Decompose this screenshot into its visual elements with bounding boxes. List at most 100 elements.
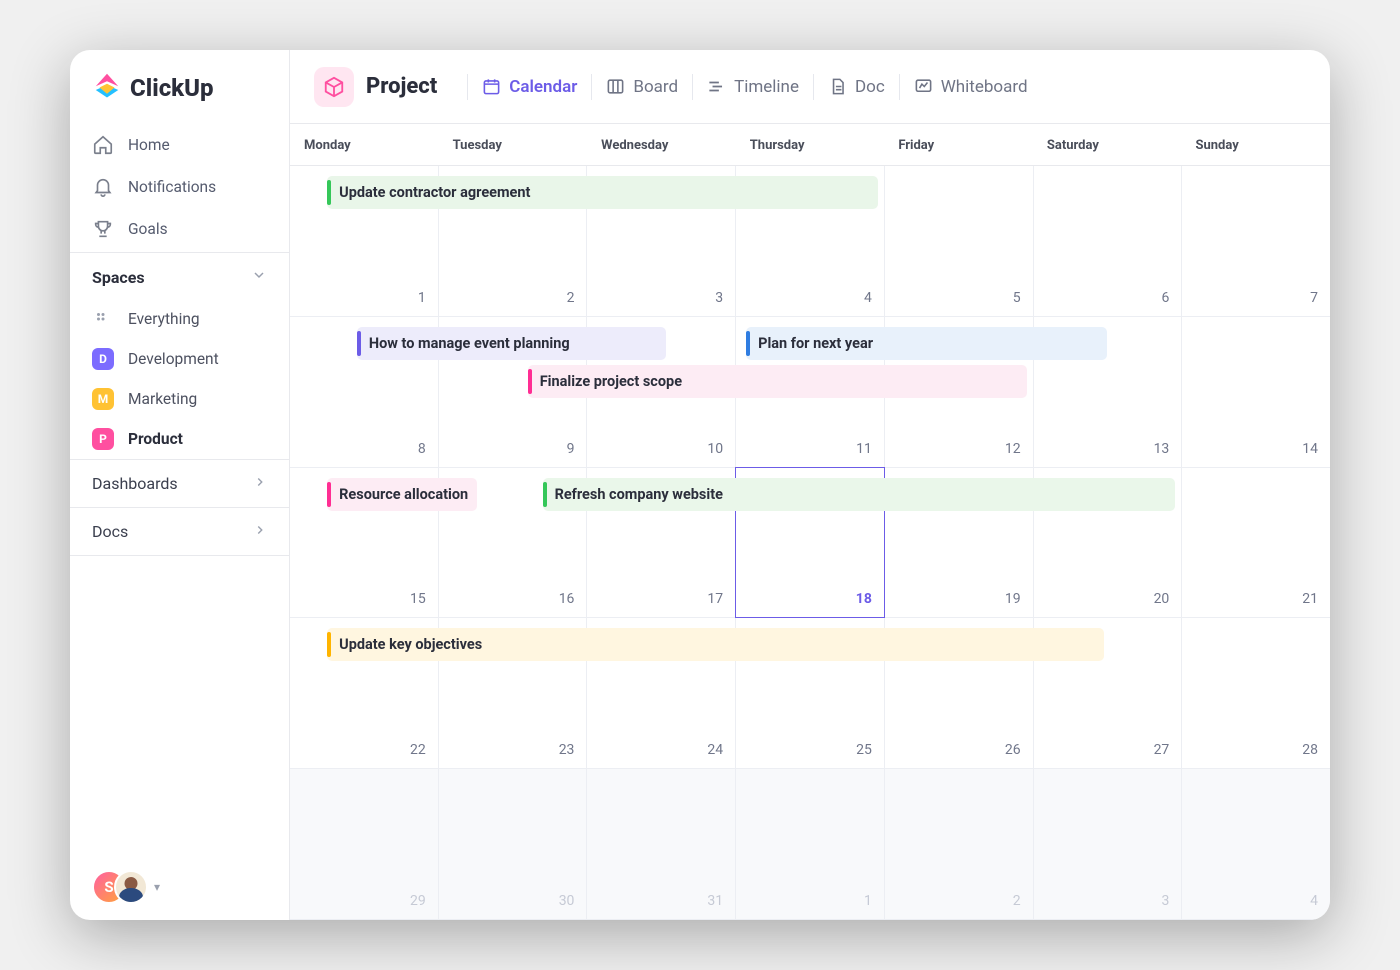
spaces-header-label: Spaces xyxy=(92,268,145,287)
event-title: Update key objectives xyxy=(339,636,482,653)
grid-icon xyxy=(92,308,114,330)
calendar-event[interactable]: Update key objectives xyxy=(327,628,1104,661)
space-icon: M xyxy=(92,388,114,410)
day-cell[interactable]: 29 xyxy=(290,769,439,919)
day-number: 31 xyxy=(707,893,723,909)
day-number: 2 xyxy=(1013,893,1021,909)
space-item-product[interactable]: P Product xyxy=(70,419,289,459)
space-icon: D xyxy=(92,348,114,370)
cube-icon xyxy=(314,67,354,107)
nav-label: Goals xyxy=(128,220,168,238)
event-accent xyxy=(327,482,331,507)
calendar-event[interactable]: Update contractor agreement xyxy=(327,176,878,209)
calendar-event[interactable]: Finalize project scope xyxy=(528,365,1027,398)
view-tab-whiteboard[interactable]: Whiteboard xyxy=(914,77,1028,97)
week-row: 2930 31 1 2 34 xyxy=(290,769,1330,920)
day-cell[interactable]: 14 xyxy=(1182,317,1330,467)
space-label: Marketing xyxy=(128,390,197,408)
day-number: 6 xyxy=(1161,290,1169,306)
day-cell[interactable]: 7 xyxy=(1182,166,1330,316)
day-number: 8 xyxy=(418,441,426,457)
brand-logo[interactable]: ClickUp xyxy=(70,70,289,122)
day-cell[interactable]: 28 xyxy=(1182,618,1330,768)
day-header: Friday xyxy=(884,124,1033,165)
event-accent xyxy=(357,331,361,356)
day-header: Monday xyxy=(290,124,439,165)
day-cell[interactable]: 30 xyxy=(439,769,588,919)
day-cell[interactable]: 2 xyxy=(885,769,1034,919)
event-accent xyxy=(746,331,750,356)
day-cell[interactable]: 3 xyxy=(1034,769,1183,919)
calendar-event[interactable]: Refresh company website xyxy=(543,478,1176,511)
project-chip[interactable]: Project xyxy=(314,67,437,107)
nav-notifications[interactable]: Notifications xyxy=(70,166,289,208)
bell-icon xyxy=(92,176,114,198)
main: Project Calendar Board Timeline Doc Whiteboa… xyxy=(290,50,1330,920)
day-number: 2 xyxy=(567,290,575,306)
day-number: 22 xyxy=(410,742,426,758)
calendar-grid: 1234567891011121314151617181920212223242… xyxy=(290,166,1330,920)
view-tab-calendar[interactable]: Calendar xyxy=(482,77,577,97)
event-title: How to manage event planning xyxy=(369,335,570,352)
event-title: Plan for next year xyxy=(758,335,873,352)
view-tab-timeline[interactable]: Timeline xyxy=(707,77,799,97)
calendar-event[interactable]: Plan for next year xyxy=(746,327,1107,360)
view-tab-doc[interactable]: Doc xyxy=(828,77,885,97)
sidebar-row-docs[interactable]: Docs xyxy=(70,507,289,556)
day-header: Wednesday xyxy=(587,124,736,165)
sidebar-row-dashboards[interactable]: Dashboards xyxy=(70,459,289,507)
day-number: 20 xyxy=(1154,591,1170,607)
nav-label: Notifications xyxy=(128,178,216,196)
day-number: 10 xyxy=(707,441,723,457)
day-cell[interactable]: 21 xyxy=(1182,468,1330,618)
user-footer[interactable]: S ▾ xyxy=(70,854,289,920)
tab-label: Whiteboard xyxy=(941,77,1028,97)
event-title: Resource allocation xyxy=(339,486,468,503)
space-icon: P xyxy=(92,428,114,450)
day-header: Thursday xyxy=(736,124,885,165)
day-cell[interactable]: 5 xyxy=(885,166,1034,316)
day-cell[interactable]: 1 xyxy=(736,769,885,919)
view-tab-board[interactable]: Board xyxy=(606,77,678,97)
spaces-header[interactable]: Spaces xyxy=(70,252,289,299)
day-cell[interactable]: 4 xyxy=(1182,769,1330,919)
day-number: 21 xyxy=(1302,591,1318,607)
nav-label: Home xyxy=(128,136,170,154)
trophy-icon xyxy=(92,218,114,240)
home-icon xyxy=(92,134,114,156)
day-number: 23 xyxy=(559,742,575,758)
nav-primary: Home Notifications Goals xyxy=(70,122,289,252)
space-item-marketing[interactable]: M Marketing xyxy=(70,379,289,419)
space-item-development[interactable]: DDevelopment xyxy=(70,339,289,379)
nav-goals[interactable]: Goals xyxy=(70,208,289,250)
chevron-right-icon xyxy=(253,474,267,493)
clickup-logo-icon xyxy=(92,70,130,106)
day-header: Tuesday xyxy=(439,124,588,165)
calendar-event[interactable]: How to manage event planning xyxy=(357,327,666,360)
day-number: 12 xyxy=(1005,441,1021,457)
day-number: 26 xyxy=(1005,742,1021,758)
chevron-down-icon xyxy=(251,267,267,287)
day-number: 9 xyxy=(567,441,575,457)
day-header: Sunday xyxy=(1181,124,1330,165)
space-label: Product xyxy=(128,430,183,448)
event-title: Update contractor agreement xyxy=(339,184,530,201)
day-number: 27 xyxy=(1154,742,1170,758)
day-number: 16 xyxy=(559,591,575,607)
day-number: 3 xyxy=(715,290,723,306)
avatar-teammate xyxy=(114,870,148,904)
day-cell[interactable]: 6 xyxy=(1034,166,1183,316)
day-number: 18 xyxy=(856,591,872,607)
day-header: Saturday xyxy=(1033,124,1182,165)
day-number: 1 xyxy=(864,893,872,909)
day-number: 4 xyxy=(864,290,872,306)
space-everything[interactable]: Everything xyxy=(70,299,289,339)
tab-label: Timeline xyxy=(734,77,799,97)
day-cell[interactable]: 31 xyxy=(587,769,736,919)
board-icon xyxy=(606,77,625,96)
day-number: 7 xyxy=(1310,290,1318,306)
nav-home[interactable]: Home xyxy=(70,124,289,166)
day-number: 3 xyxy=(1161,893,1169,909)
day-number: 14 xyxy=(1302,441,1318,457)
calendar-event[interactable]: Resource allocation xyxy=(327,478,477,511)
